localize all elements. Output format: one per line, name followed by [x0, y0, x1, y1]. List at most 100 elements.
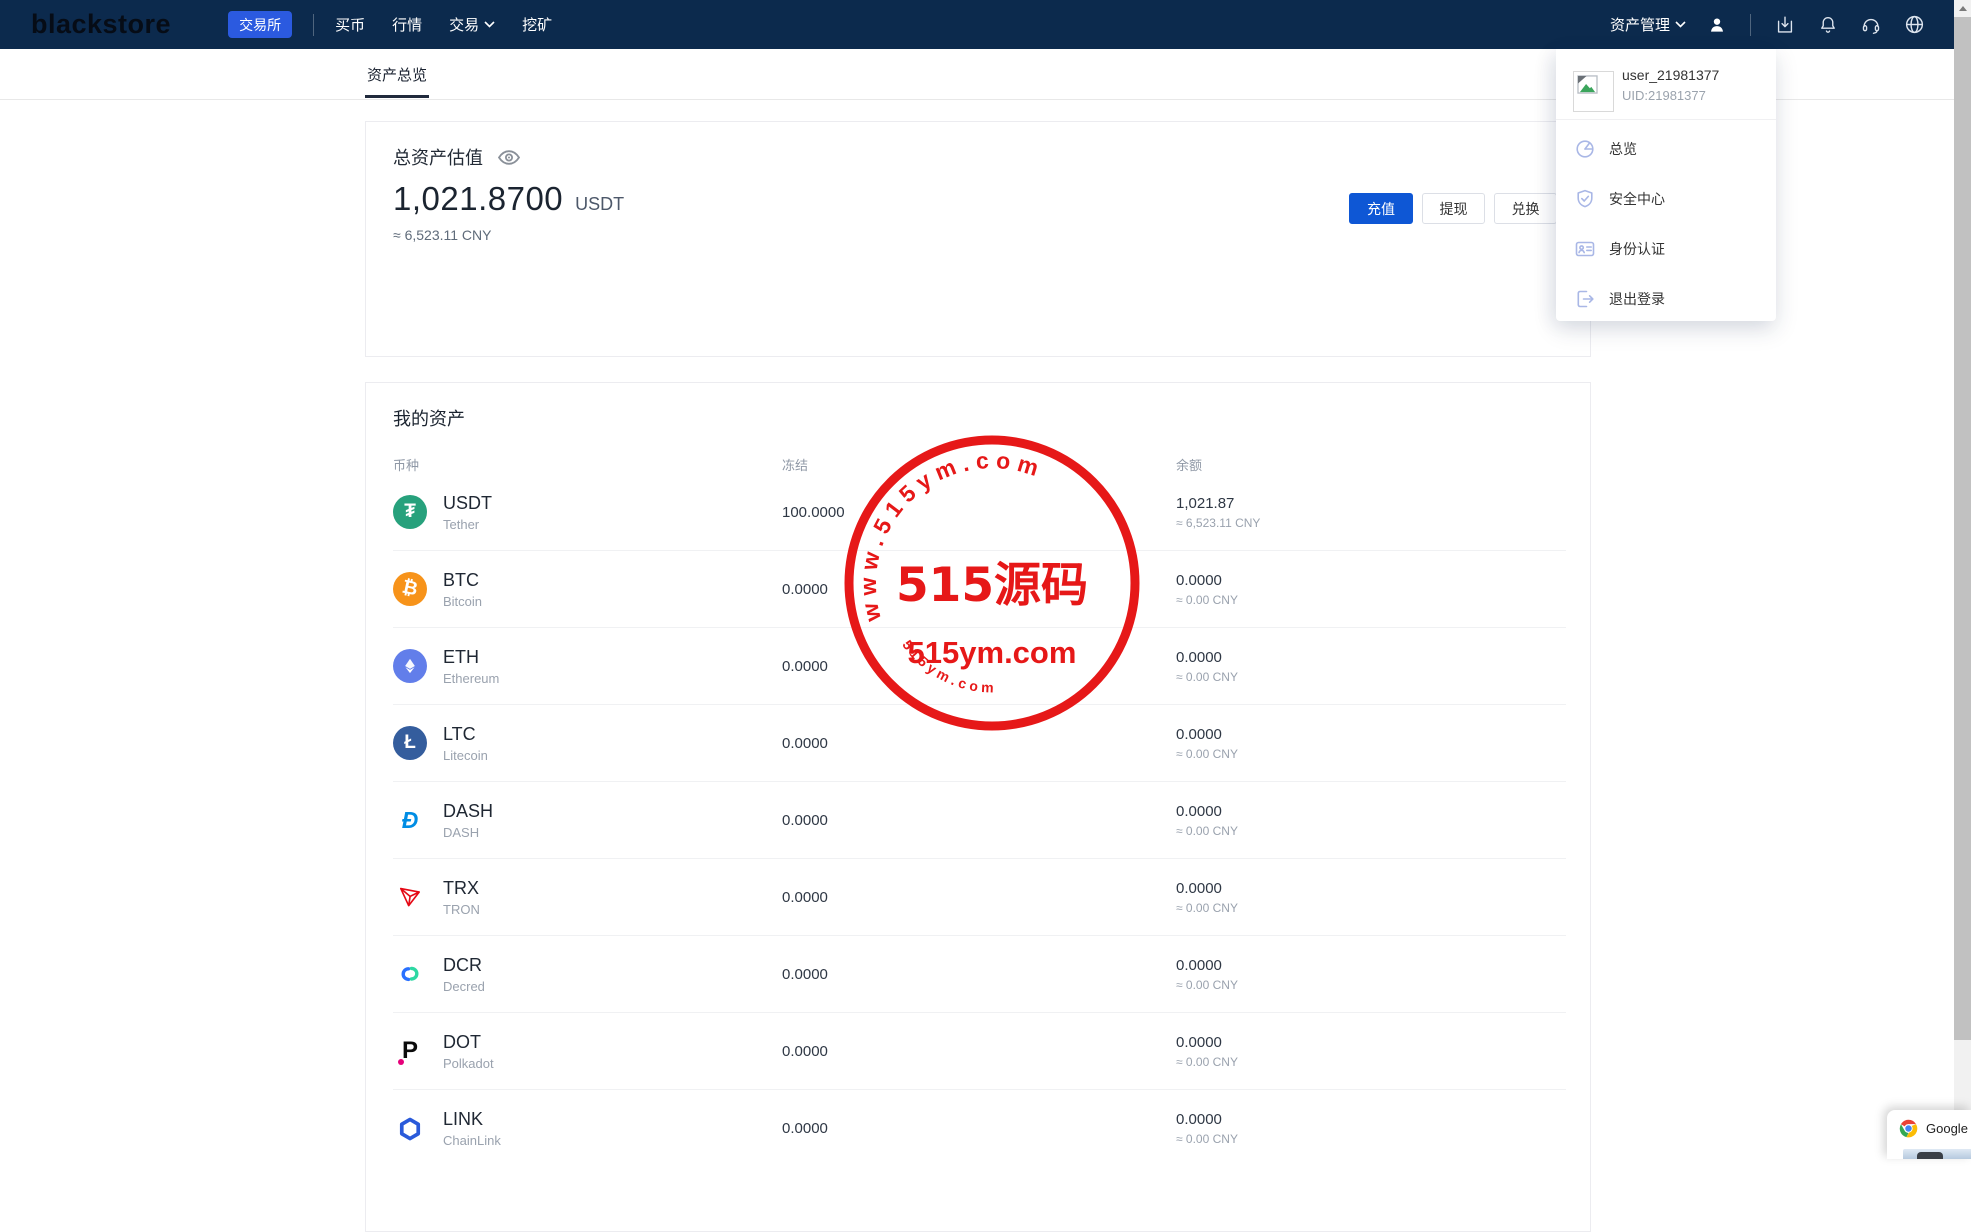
link-icon: [393, 1111, 427, 1146]
scrollbar[interactable]: [1954, 0, 1971, 1159]
chrome-icon: [1899, 1119, 1918, 1138]
frozen-value: 0.0000: [782, 1120, 828, 1137]
chevron-down-icon: [484, 21, 495, 28]
deposit-button[interactable]: 充值: [1349, 193, 1413, 224]
user-icon[interactable]: [1707, 15, 1727, 35]
asset-management-menu[interactable]: 资产管理: [1610, 14, 1686, 35]
eye-icon[interactable]: [497, 149, 521, 166]
eth-icon: [393, 649, 427, 683]
table-row[interactable]: Ł LTC Litecoin 0.0000 0.0000 ≈ 0.00 CNY: [393, 705, 1566, 782]
overview-pie-icon: [1574, 138, 1596, 160]
top-navbar: blackstore 交易所 买币 行情 交易 挖矿 资产管理: [0, 0, 1954, 49]
user-dropdown-panel: user_21981377 UID:21981377 总览 安全中心 身份认证 …: [1556, 49, 1776, 321]
nav-divider: [313, 13, 315, 36]
table-row[interactable]: ETH Ethereum 0.0000 0.0000 ≈ 0.00 CNY: [393, 628, 1566, 705]
balance-cny: ≈ 0.00 CNY: [1176, 746, 1238, 761]
bell-icon[interactable]: [1817, 14, 1839, 36]
col-header-coin: 币种: [393, 458, 420, 473]
dcr-icon: [393, 957, 427, 991]
coin-symbol: LINK: [443, 1109, 484, 1129]
coin-symbol: TRX: [443, 877, 479, 898]
my-assets-card: 我的资产 币种 冻结 余额 ₮ USDT Tether 100.0000 1,0…: [365, 382, 1591, 1232]
usdt-icon: ₮: [393, 495, 427, 529]
balance-value: 0.0000: [1176, 802, 1222, 820]
frozen-value: 0.0000: [782, 1042, 828, 1060]
table-header: 币种 冻结 余额: [366, 455, 1590, 474]
chevron-down-icon: [1675, 21, 1686, 28]
table-row[interactable]: LINK ChainLink 0.0000 0.0000 ≈ 0.00 CNY: [393, 1090, 1566, 1167]
nav-divider: [1750, 13, 1751, 36]
headset-icon[interactable]: [1860, 14, 1882, 36]
balance-value: 0.0000: [1176, 1111, 1222, 1128]
exchange-button[interactable]: 交易所: [228, 11, 293, 38]
scrollbar-up-arrow-icon[interactable]: [1954, 0, 1971, 17]
total-amount-currency: USDT: [575, 194, 625, 214]
balance-value: 0.0000: [1176, 879, 1222, 897]
btc-icon: ₿: [393, 572, 427, 606]
coin-name: Tether: [443, 516, 480, 532]
table-row[interactable]: ₮ USDT Tether 100.0000 1,021.87 ≈ 6,523.…: [393, 474, 1566, 551]
col-header-frozen: 冻结: [782, 458, 809, 473]
dot-icon: P: [393, 1034, 427, 1068]
table-row[interactable]: ₿ BTC Bitcoin 0.0000 0.0000 ≈ 0.00 CNY: [393, 551, 1566, 628]
coin-name: Polkadot: [443, 1055, 494, 1071]
menu-item-overview[interactable]: 总览: [1556, 124, 1776, 174]
coin-symbol: LTC: [443, 723, 476, 744]
coin-name: ChainLink: [443, 1133, 501, 1148]
nav-item-markets[interactable]: 行情: [392, 14, 422, 35]
tab-asset-overview[interactable]: 资产总览: [365, 49, 430, 99]
my-assets-title: 我的资产: [393, 409, 465, 429]
nav-item-mining[interactable]: 挖矿: [522, 14, 552, 35]
frozen-value: 0.0000: [782, 811, 828, 829]
ltc-icon: Ł: [393, 726, 427, 760]
balance-value: 0.0000: [1176, 1033, 1222, 1051]
security-shield-icon: [1574, 188, 1596, 210]
coin-symbol: ETH: [443, 646, 479, 667]
menu-item-security-center[interactable]: 安全中心: [1556, 174, 1776, 224]
coin-symbol: DOT: [443, 1031, 481, 1052]
coin-name: Litecoin: [443, 747, 488, 763]
total-assets-card: 总资产估值 1,021.8700 USDT ≈ 6,523.11 CNY 充值 …: [365, 121, 1591, 357]
globe-icon[interactable]: [1903, 13, 1926, 36]
total-assets-title: 总资产估值: [393, 148, 483, 168]
total-amount-cny: ≈ 6,523.11 CNY: [393, 227, 492, 243]
exchange-convert-button[interactable]: 兑换: [1494, 193, 1557, 224]
menu-item-logout[interactable]: 退出登录: [1556, 274, 1776, 324]
menu-item-label: 总览: [1609, 141, 1637, 157]
browser-notification-popup[interactable]: Google C: [1887, 1110, 1971, 1159]
user-uid: UID:21981377: [1622, 88, 1706, 103]
balance-value: 0.0000: [1176, 725, 1222, 743]
identity-card-icon: [1574, 238, 1596, 260]
balance-cny: ≈ 0.00 CNY: [1176, 669, 1238, 684]
download-icon[interactable]: [1774, 14, 1796, 36]
coin-symbol: USDT: [443, 492, 492, 513]
balance-value: 1,021.87: [1176, 494, 1235, 512]
frozen-value: 100.0000: [782, 503, 845, 521]
balance-cny: ≈ 0.00 CNY: [1176, 977, 1238, 992]
table-row[interactable]: TRX TRON 0.0000 0.0000 ≈ 0.00 CNY: [393, 859, 1566, 936]
table-row[interactable]: P DOT Polkadot 0.0000 0.0000 ≈ 0.00 CNY: [393, 1013, 1566, 1090]
balance-value: 0.0000: [1176, 956, 1222, 974]
balance-cny: ≈ 0.00 CNY: [1176, 823, 1238, 838]
balance-cny: ≈ 0.00 CNY: [1176, 900, 1238, 915]
username: user_21981377: [1622, 67, 1720, 83]
menu-item-label: 安全中心: [1609, 191, 1665, 207]
coin-name: Bitcoin: [443, 593, 483, 609]
coin-symbol: DASH: [443, 800, 494, 821]
coin-name: Decred: [443, 978, 485, 994]
nav-item-buy[interactable]: 买币: [335, 14, 365, 35]
logout-icon: [1574, 288, 1596, 310]
popup-label: Google C: [1926, 1121, 1971, 1136]
withdraw-button[interactable]: 提现: [1422, 193, 1485, 224]
col-header-balance: 余额: [1176, 458, 1203, 473]
balance-cny: ≈ 0.00 CNY: [1176, 592, 1238, 607]
table-row[interactable]: DCR Decred 0.0000 0.0000 ≈ 0.00 CNY: [393, 936, 1566, 1013]
table-row[interactable]: Đ DASH DASH 0.0000 0.0000 ≈ 0.00 CNY: [393, 782, 1566, 859]
menu-item-identity-verification[interactable]: 身份认证: [1556, 224, 1776, 274]
coin-name: Ethereum: [443, 670, 500, 686]
nav-item-trade[interactable]: 交易: [449, 14, 495, 35]
frozen-value: 0.0000: [782, 657, 828, 675]
popup-thumbnail: [1903, 1149, 1971, 1159]
scrollbar-thumb[interactable]: [1954, 17, 1971, 1040]
coin-name: DASH: [443, 824, 480, 840]
